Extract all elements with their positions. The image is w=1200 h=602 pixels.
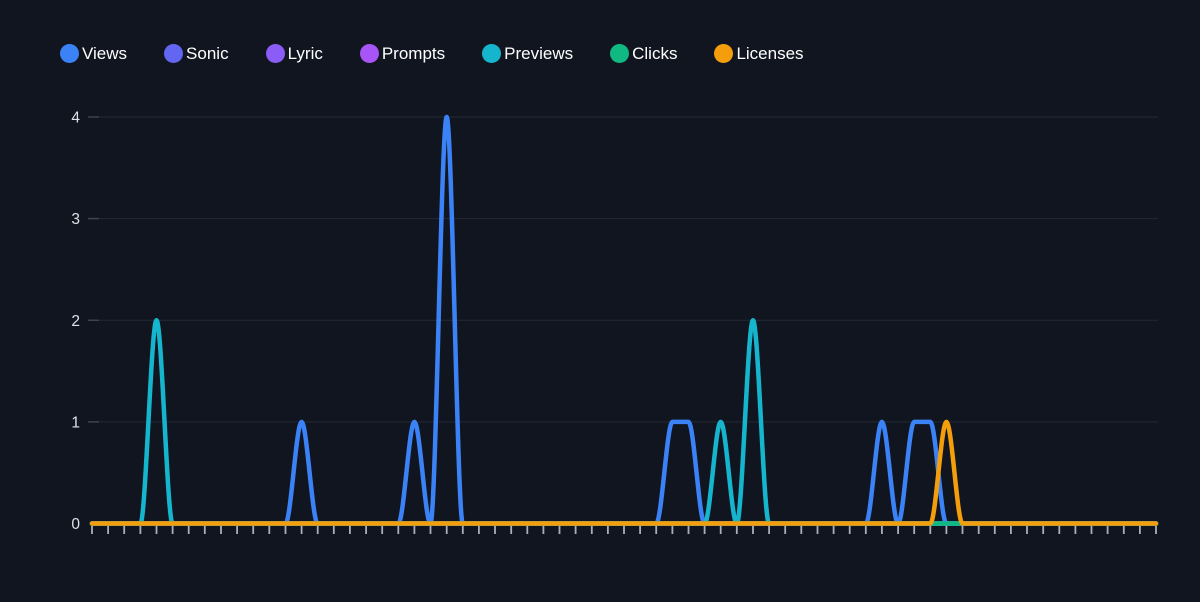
legend-item-previews[interactable]: Previews xyxy=(482,44,573,63)
legend-series-dot-icon xyxy=(482,44,501,63)
legend-series-dot-icon xyxy=(266,44,285,63)
legend-item-clicks[interactable]: Clicks xyxy=(610,44,677,63)
legend-item-prompts[interactable]: Prompts xyxy=(360,44,445,63)
legend-item-label: Sonic xyxy=(186,44,229,63)
legend-item-label: Views xyxy=(82,44,127,63)
legend-item-label: Clicks xyxy=(632,44,677,63)
line-chart-canvas[interactable]: 0 1 2 3 4 xyxy=(0,0,1200,602)
legend-item-label: Licenses xyxy=(736,44,803,63)
legend-item-label: Lyric xyxy=(288,44,323,63)
legend-series-dot-icon xyxy=(60,44,79,63)
y-axis-label-3: 3 xyxy=(71,211,80,228)
y-axis-label-0: 0 xyxy=(71,516,80,533)
legend-item-label: Previews xyxy=(504,44,573,63)
y-axis-label-1: 1 xyxy=(71,414,80,431)
series-line-licenses xyxy=(92,422,1156,524)
legend-item-licenses[interactable]: Licenses xyxy=(714,44,803,63)
legend-series-dot-icon xyxy=(610,44,629,63)
legend: Views Sonic Lyric Prompts Previews Click… xyxy=(60,44,804,63)
legend-item-label: Prompts xyxy=(382,44,445,63)
legend-item-lyric[interactable]: Lyric xyxy=(266,44,323,63)
legend-series-dot-icon xyxy=(714,44,733,63)
legend-series-dot-icon xyxy=(164,44,183,63)
y-axis-label-4: 4 xyxy=(71,110,80,127)
legend-item-sonic[interactable]: Sonic xyxy=(164,44,229,63)
legend-series-dot-icon xyxy=(360,44,379,63)
y-axis-label-2: 2 xyxy=(71,313,80,330)
legend-item-views[interactable]: Views xyxy=(60,44,127,63)
